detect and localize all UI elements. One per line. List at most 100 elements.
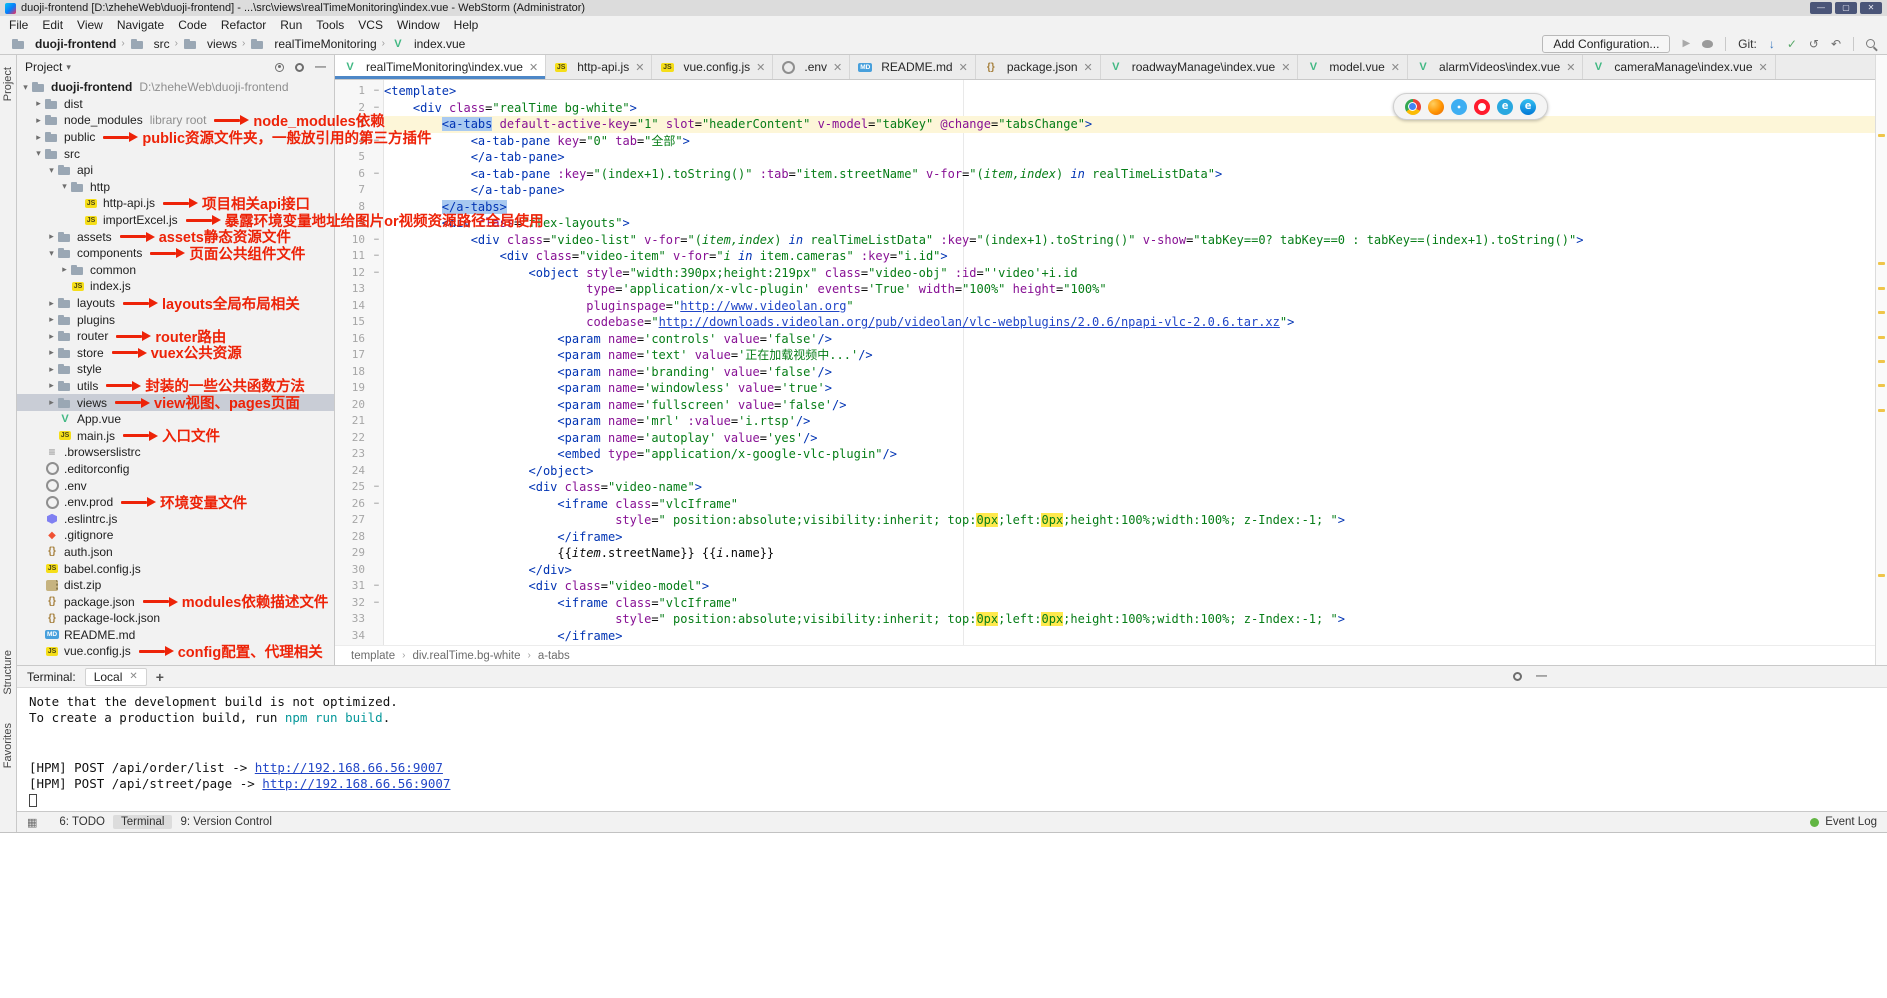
chevron-right-icon[interactable]: ▸ xyxy=(33,98,44,109)
code-line-17[interactable]: 17 <param name='text' value='正在加载视频中...'… xyxy=(335,347,1875,364)
editor-tab-http-api-js[interactable]: http-api.js✕ xyxy=(546,55,652,79)
breadcrumb-item-duoji-frontend[interactable]: duoji-frontend xyxy=(8,37,119,51)
tree-item-components[interactable]: ▾components页面公共组件文件 xyxy=(17,245,334,262)
editor-tab-realtimemonitoring-index-vue[interactable]: realTimeMonitoring\index.vue✕ xyxy=(335,55,546,79)
debug-icon[interactable] xyxy=(1702,40,1713,48)
chevron-right-icon[interactable]: ▸ xyxy=(33,132,44,143)
safari-icon[interactable] xyxy=(1451,99,1467,115)
chevron-down-icon[interactable]: ▾ xyxy=(20,82,31,93)
editor-tab-vue-config-js[interactable]: vue.config.js✕ xyxy=(652,55,773,79)
chevron-right-icon[interactable]: ▸ xyxy=(46,231,57,242)
menu-item-help[interactable]: Help xyxy=(447,18,486,32)
fold-icon[interactable]: − xyxy=(369,578,384,595)
fold-icon[interactable]: − xyxy=(369,496,384,513)
code-link[interactable]: http://downloads.videolan.org/pub/videol… xyxy=(659,315,1280,329)
menu-item-code[interactable]: Code xyxy=(171,18,214,32)
code-line-7[interactable]: 7 </a-tab-pane> xyxy=(335,182,1875,199)
terminal-link[interactable]: http://192.168.66.56:9007 xyxy=(255,760,443,775)
code-line-28[interactable]: 28 </iframe> xyxy=(335,529,1875,546)
error-stripe[interactable] xyxy=(1875,55,1887,665)
menu-item-run[interactable]: Run xyxy=(273,18,309,32)
close-icon[interactable]: ✕ xyxy=(529,61,538,74)
code-line-16[interactable]: 16 <param name='controls' value='false'/… xyxy=(335,331,1875,348)
tree-item-views[interactable]: ▸viewsview视图、pages页面 xyxy=(17,394,334,411)
close-icon[interactable]: ✕ xyxy=(129,671,137,682)
tree-item-api[interactable]: ▾api xyxy=(17,162,334,179)
code-line-12[interactable]: 12− <object style="width:390px;height:21… xyxy=(335,265,1875,282)
code-line-5[interactable]: 5 </a-tab-pane> xyxy=(335,149,1875,166)
project-panel-title[interactable]: Project xyxy=(25,60,62,74)
code-line-33[interactable]: 33 style=" position:absolute;visibility:… xyxy=(335,611,1875,628)
editor-tab-env[interactable]: .env✕ xyxy=(773,55,850,79)
status-item-terminal[interactable]: Terminal xyxy=(113,815,172,829)
event-log-button[interactable]: Event Log xyxy=(1810,816,1877,828)
code-line-34[interactable]: 34 </iframe> xyxy=(335,628,1875,645)
add-configuration-button[interactable]: Add Configuration... xyxy=(1542,35,1670,53)
code-line-26[interactable]: 26− <iframe class="vlcIframe" xyxy=(335,496,1875,513)
tool-windows-icon[interactable]: ▦ xyxy=(27,816,37,829)
menu-item-navigate[interactable]: Navigate xyxy=(110,18,171,32)
fold-icon[interactable]: − xyxy=(369,479,384,496)
hide-panel-icon[interactable]: — xyxy=(315,62,326,73)
tree-item-store[interactable]: ▸storevuex公共资源 xyxy=(17,345,334,362)
code-editor[interactable]: 1−<template>2− <div class="realTime bg-w… xyxy=(335,80,1875,645)
terminal-link[interactable]: http://192.168.66.56:9007 xyxy=(262,776,450,791)
close-icon[interactable]: ✕ xyxy=(1566,61,1575,74)
chevron-down-icon[interactable]: ▾ xyxy=(46,248,57,259)
close-icon[interactable]: ✕ xyxy=(756,61,765,74)
new-terminal-icon[interactable]: + xyxy=(156,669,164,685)
chrome-icon[interactable] xyxy=(1405,99,1421,115)
close-icon[interactable]: ✕ xyxy=(1391,61,1400,74)
tree-item-common[interactable]: ▸common xyxy=(17,262,334,279)
code-line-25[interactable]: 25− <div class="video-name"> xyxy=(335,479,1875,496)
tree-item-gitignore[interactable]: .gitignore xyxy=(17,527,334,544)
locate-file-icon[interactable] xyxy=(275,63,284,72)
tree-item-src[interactable]: ▾src xyxy=(17,145,334,162)
code-link[interactable]: http://www.videolan.org xyxy=(680,299,846,313)
tree-item-editorconfig[interactable]: .editorconfig xyxy=(17,461,334,478)
chevron-down-icon[interactable]: ▾ xyxy=(66,62,71,73)
menu-item-refactor[interactable]: Refactor xyxy=(214,18,273,32)
code-line-8[interactable]: 8 </a-tabs> xyxy=(335,199,1875,216)
menu-item-edit[interactable]: Edit xyxy=(35,18,70,32)
fold-icon[interactable]: − xyxy=(369,595,384,612)
code-line-29[interactable]: 29 {{item.streetName}} {{i.name}} xyxy=(335,545,1875,562)
code-line-1[interactable]: 1−<template> xyxy=(335,83,1875,100)
tree-item-duoji-frontend[interactable]: ▾duoji-frontendD:\zheheWeb\duoji-fronten… xyxy=(17,79,334,96)
code-line-11[interactable]: 11− <div class="video-item" v-for="i in … xyxy=(335,248,1875,265)
menu-item-view[interactable]: View xyxy=(70,18,110,32)
chevron-right-icon[interactable]: ▸ xyxy=(46,364,57,375)
status-item-6-todo[interactable]: 6: TODO xyxy=(51,815,113,829)
chevron-down-icon[interactable]: ▾ xyxy=(59,181,70,192)
history-icon[interactable]: ↺ xyxy=(1809,37,1819,51)
terminal-tab-local[interactable]: Local ✕ xyxy=(85,668,147,686)
tree-item-auth-json[interactable]: auth.json xyxy=(17,544,334,561)
chevron-right-icon[interactable]: ▸ xyxy=(46,298,57,309)
chevron-right-icon[interactable]: ▸ xyxy=(33,115,44,126)
firefox-icon[interactable] xyxy=(1428,99,1444,115)
code-line-10[interactable]: 10− <div class="video-list" v-for="(item… xyxy=(335,232,1875,249)
editor-tab-alarmvideos-index-vue[interactable]: alarmVideos\index.vue✕ xyxy=(1408,55,1583,79)
close-icon[interactable]: ✕ xyxy=(959,61,968,74)
code-line-22[interactable]: 22 <param name='autoplay' value='yes'/> xyxy=(335,430,1875,447)
code-line-30[interactable]: 30 </div> xyxy=(335,562,1875,579)
minimize-icon[interactable]: — xyxy=(1810,2,1832,14)
code-line-6[interactable]: 6− <a-tab-pane :key="(index+1).toString(… xyxy=(335,166,1875,183)
breadcrumb-item-realtimemonitoring[interactable]: realTimeMonitoring xyxy=(247,37,379,51)
close-icon[interactable]: ✕ xyxy=(1759,61,1768,74)
maximize-icon[interactable]: ▢ xyxy=(1835,2,1857,14)
tool-button-structure[interactable]: Structure xyxy=(2,650,14,695)
fold-icon[interactable]: − xyxy=(369,265,384,282)
editor-breadcrumb-item-div-realtime-bg-white[interactable]: div.realTime.bg-white xyxy=(412,650,520,662)
ie-icon[interactable]: e xyxy=(1497,99,1513,115)
tree-item-layouts[interactable]: ▸layoutslayouts全局布局相关 xyxy=(17,295,334,312)
editor-tab-model-vue[interactable]: model.vue✕ xyxy=(1298,55,1408,79)
tree-item-package-json[interactable]: package.jsonmodules依赖描述文件 xyxy=(17,593,334,610)
code-line-32[interactable]: 32− <iframe class="vlcIframe" xyxy=(335,595,1875,612)
search-icon[interactable] xyxy=(1866,39,1875,48)
breadcrumb-item-index-vue[interactable]: index.vue xyxy=(387,37,468,51)
code-line-24[interactable]: 24 </object> xyxy=(335,463,1875,480)
run-icon[interactable]: ▶ xyxy=(1682,39,1690,49)
code-line-18[interactable]: 18 <param name='branding' value='false'/… xyxy=(335,364,1875,381)
code-line-15[interactable]: 15 codebase="http://downloads.videolan.o… xyxy=(335,314,1875,331)
